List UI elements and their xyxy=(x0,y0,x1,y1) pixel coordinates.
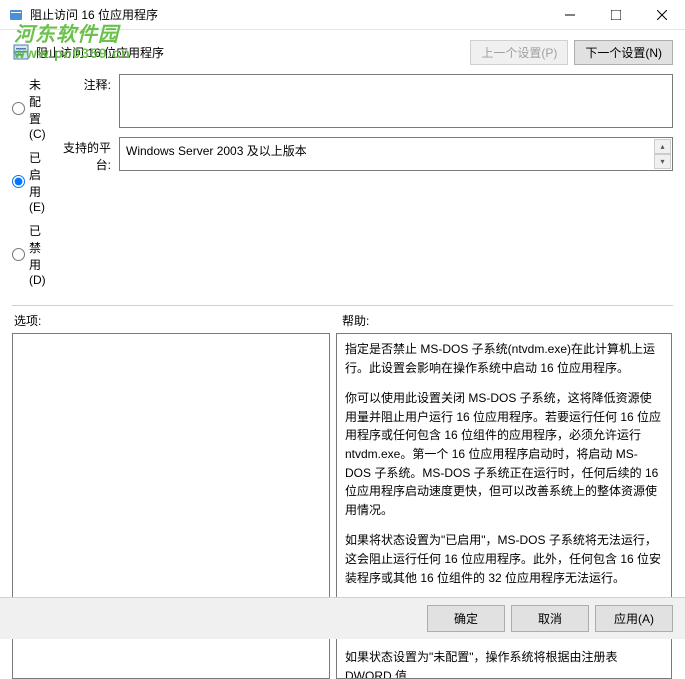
radio-enabled-label: 已启用(E) xyxy=(29,149,49,214)
radio-not-configured-label: 未配置(C) xyxy=(29,76,49,141)
next-setting-button[interactable]: 下一个设置(N) xyxy=(574,40,673,65)
policy-title: 阻止访问 16 位应用程序 xyxy=(36,44,164,61)
maximize-button[interactable] xyxy=(593,0,639,30)
platform-label: 支持的平台: xyxy=(49,137,119,173)
window-title: 阻止访问 16 位应用程序 xyxy=(30,6,547,23)
radio-disabled[interactable]: 已禁用(D) xyxy=(12,222,49,287)
platform-scroll-up[interactable]: ▴ xyxy=(654,139,671,154)
titlebar: 阻止访问 16 位应用程序 xyxy=(0,0,685,30)
radio-enabled-input[interactable] xyxy=(12,175,25,188)
comment-label: 注释: xyxy=(49,74,119,131)
radio-disabled-label: 已禁用(D) xyxy=(29,222,49,287)
prev-setting-button: 上一个设置(P) xyxy=(470,40,568,65)
ok-button[interactable]: 确定 xyxy=(427,605,505,632)
state-radio-group: 未配置(C) 已启用(E) 已禁用(D) xyxy=(12,74,49,295)
platform-box: Windows Server 2003 及以上版本 ▴ ▾ xyxy=(119,137,673,171)
help-paragraph: 指定是否禁止 MS-DOS 子系统(ntvdm.exe)在此计算机上运行。此设置… xyxy=(345,340,663,377)
apply-button[interactable]: 应用(A) xyxy=(595,605,673,632)
window-icon xyxy=(8,7,24,23)
comment-textarea[interactable] xyxy=(119,74,673,128)
platform-scroll-down[interactable]: ▾ xyxy=(654,154,671,169)
policy-icon xyxy=(12,43,30,61)
help-label: 帮助: xyxy=(336,312,369,329)
divider xyxy=(12,305,673,306)
minimize-button[interactable] xyxy=(547,0,593,30)
help-paragraph: 如果状态设置为"未配置"，操作系统将根据由注册表 DWORD 值 HKLM\Sy… xyxy=(345,648,663,679)
window-controls xyxy=(547,0,685,30)
close-button[interactable] xyxy=(639,0,685,30)
footer: 确定 取消 应用(A) xyxy=(0,597,685,639)
cancel-button[interactable]: 取消 xyxy=(511,605,589,632)
radio-not-configured[interactable]: 未配置(C) xyxy=(12,76,49,141)
help-paragraph: 如果将状态设置为"已启用"，MS-DOS 子系统将无法运行，这会阻止运行任何 1… xyxy=(345,531,663,587)
radio-disabled-input[interactable] xyxy=(12,248,25,261)
radio-not-configured-input[interactable] xyxy=(12,102,25,115)
radio-enabled[interactable]: 已启用(E) xyxy=(12,149,49,214)
platform-value: Windows Server 2003 及以上版本 xyxy=(126,144,307,158)
options-label: 选项: xyxy=(12,312,336,329)
help-paragraph: 你可以使用此设置关闭 MS-DOS 子系统，这将降低资源使用量并阻止用户运行 1… xyxy=(345,389,663,519)
